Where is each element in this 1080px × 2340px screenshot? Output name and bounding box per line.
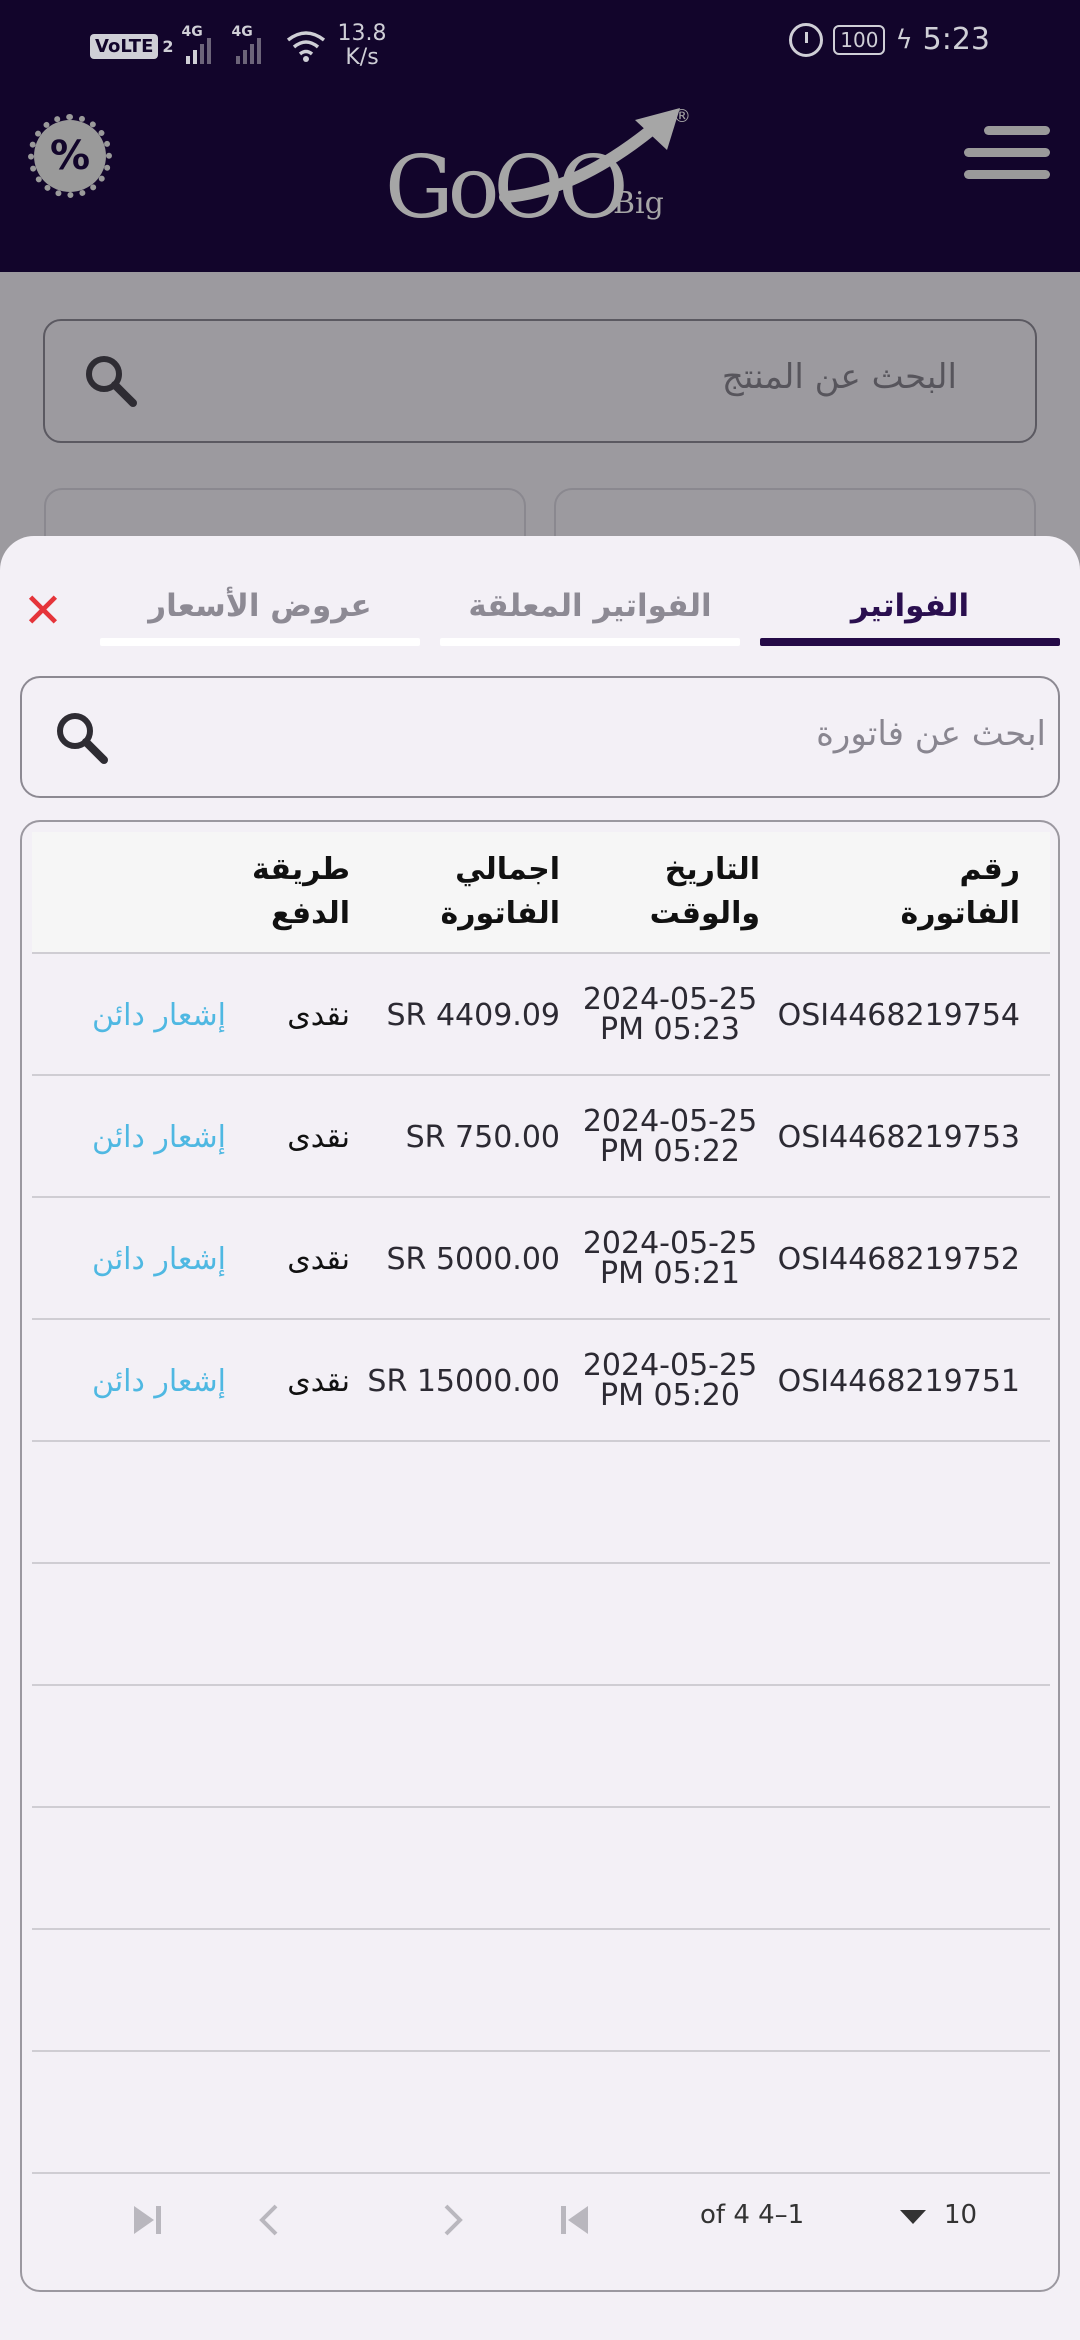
network-speed: 13.8 K/s [337,21,387,70]
invoice-number: OSI4468219752 [777,1241,1020,1277]
alarm-icon [789,22,824,57]
credit-note-link[interactable]: إشعار دائن [92,1198,292,1320]
clock: 5:23 [922,22,990,57]
next-page-icon[interactable] [428,2196,476,2244]
table-pagination: of 4 4–1 10 [32,2160,1050,2280]
status-bar: VoLTE 2 4G 4G 13.8 K/s 100 ϟ 5:23 [0,0,1080,84]
chevron-down-icon[interactable] [900,2210,926,2224]
battery-indicator: 100 [833,24,886,55]
last-page-icon[interactable] [124,2196,172,2244]
signal-icon: 4G [232,24,274,64]
invoice-number: OSI4468219754 [777,997,1020,1033]
search-icon [57,713,108,764]
product-search-placeholder: البحث عن المنتج [721,357,957,397]
credit-note-link[interactable]: إشعار دائن [92,1076,292,1198]
table-header: رقم الفاتورة التاريخ والوقت اجمالي الفاتورة… [32,832,1050,954]
empty-table-row [32,2052,1050,2174]
column-header-date-time: التاريخ والوقت [649,852,760,931]
registered-mark: ® [673,106,691,127]
logo-subtext: Big [613,186,664,221]
column-header-total: اجمالي الفاتورة [440,852,560,931]
empty-table-row [32,1808,1050,1930]
wifi-icon [286,31,325,62]
invoice-number: OSI4468219753 [777,1119,1020,1155]
invoice-date-time: 2024-05-25 PM 05:21 [582,1226,758,1291]
app-header: % GoOO Big ® [0,84,1080,272]
table-row[interactable]: OSI4468219751 2024-05-25 PM 05:20 SR 1500… [32,1320,1050,1442]
signal-icon: 4G [182,24,224,64]
table-row[interactable]: OSI4468219752 2024-05-25 PM 05:21 SR 5000… [32,1198,1050,1320]
status-left: VoLTE 2 4G 4G 13.8 K/s [90,22,387,70]
credit-note-link[interactable]: إشعار دائن [92,954,292,1076]
empty-table-row [32,1442,1050,1564]
search-icon [86,356,137,407]
network-type-label: 4G [231,24,253,40]
volte-indicator: VoLTE [90,33,159,59]
hamburger-menu-icon[interactable] [964,126,1050,190]
tab-pending-invoices[interactable]: الفواتير المعلقة [440,576,740,646]
invoice-number: OSI4468219751 [777,1363,1020,1399]
table-row[interactable]: OSI4468219754 2024-05-25 PM 05:23 SR 4409… [32,954,1050,1076]
first-page-icon[interactable] [550,2196,598,2244]
invoices-table: رقم الفاتورة التاريخ والوقت اجمالي الفاتورة… [20,820,1060,2292]
invoice-date-time: 2024-05-25 PM 05:23 [582,982,758,1047]
rows-per-page-select[interactable]: 10 [944,2200,977,2230]
close-icon[interactable]: ✕ [18,586,68,636]
empty-table-row [32,1686,1050,1808]
charging-icon: ϟ [895,24,913,55]
invoice-search-placeholder: ابحث عن فاتورة [816,714,1046,754]
logo-text: GoOO [385,138,628,238]
credit-note-link[interactable]: إشعار دائن [92,1320,292,1442]
empty-table-row [32,1930,1050,2052]
pagination-range: of 4 4–1 [700,2200,805,2230]
table-row[interactable]: OSI4468219753 2024-05-25 PM 05:22 SR 750.… [32,1076,1050,1198]
previous-page-icon[interactable] [246,2196,294,2244]
tab-price-quotes[interactable]: عروض الأسعار [100,576,420,646]
column-header-invoice-number: رقم الفاتورة [900,852,1020,931]
invoice-date-time: 2024-05-25 PM 05:20 [582,1348,758,1413]
empty-table-row [32,1564,1050,1686]
invoices-sheet: ✕ الفواتير الفواتير المعلقة عروض الأسعار… [0,536,1080,2340]
app-logo: GoOO Big ® [385,94,705,238]
network-type-label: 4G [181,24,203,40]
sim-indicator: 2 [162,36,174,56]
column-header-payment-method: طريقة الدفع [252,852,350,931]
invoice-search-input[interactable]: ابحث عن فاتورة [20,676,1060,798]
discount-icon[interactable]: % [28,114,112,198]
tab-invoices[interactable]: الفواتير [760,576,1060,646]
invoice-date-time: 2024-05-25 PM 05:22 [582,1104,758,1169]
product-search-field: البحث عن المنتج [43,319,1037,443]
status-right: 100 ϟ 5:23 [789,22,990,57]
